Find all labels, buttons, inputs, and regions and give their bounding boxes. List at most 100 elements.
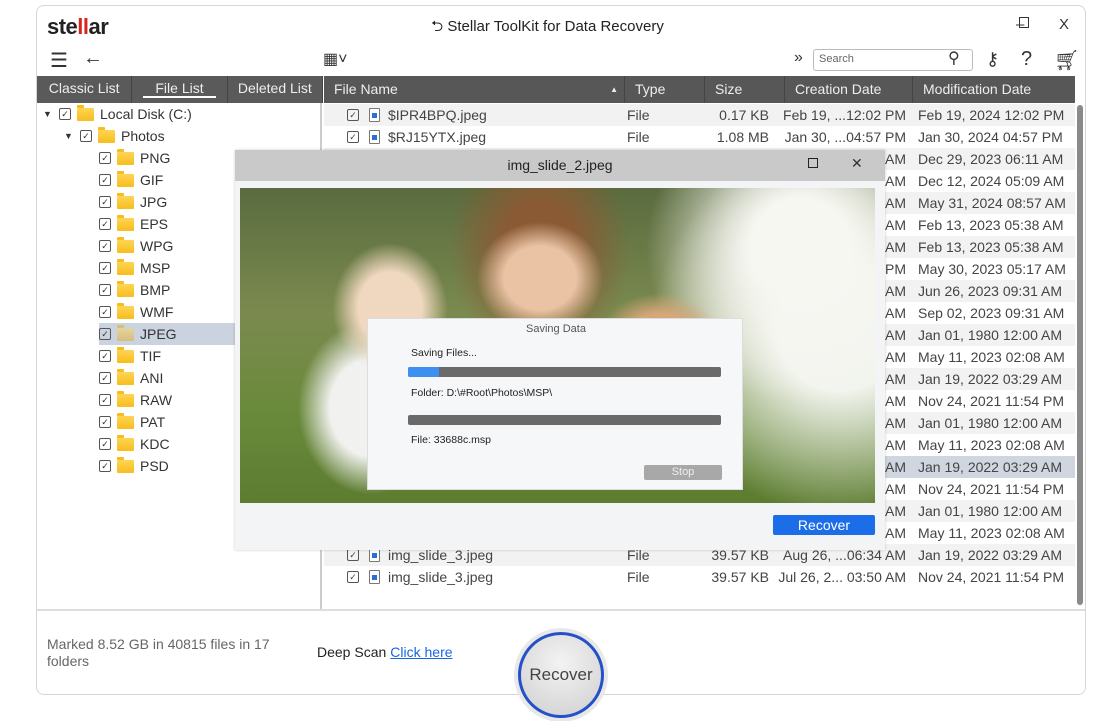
column-creation-date[interactable]: Creation Date (785, 76, 913, 103)
creation-date: AM (885, 239, 906, 255)
modification-date: Jan 19, 2022 03:29 AM (918, 459, 1062, 475)
checkbox[interactable]: ✓ (99, 152, 111, 164)
tree-item-label: PSD (140, 458, 169, 474)
table-row[interactable]: ✓ $IPR4BPQ.jpeg File 0.17 KB Feb 19, ...12:0… (324, 104, 1075, 126)
stop-button[interactable]: Stop (644, 465, 722, 480)
tree-item[interactable]: ▼ ✓ Local Disk (C:) (43, 103, 192, 125)
tree-item[interactable]: ✓ EPS (99, 213, 168, 235)
tree-item[interactable]: ▼ ✓ Photos (64, 125, 165, 147)
preview-close-button[interactable]: ✕ (851, 155, 863, 172)
checkbox[interactable]: ✓ (99, 350, 111, 362)
scrollbar[interactable] (1076, 103, 1084, 609)
modification-date: Jan 01, 1980 12:00 AM (918, 415, 1062, 431)
file-name: $IPR4BPQ.jpeg (388, 107, 487, 123)
checkbox[interactable]: ✓ (99, 262, 111, 274)
tree-item[interactable]: ✓ MSP (99, 257, 170, 279)
menu-icon[interactable]: ☰ (50, 48, 68, 73)
modification-date: Dec 29, 2023 06:11 AM (918, 151, 1064, 167)
modification-date: Jan 01, 1980 12:00 AM (918, 327, 1062, 343)
checkbox[interactable]: ✓ (99, 372, 111, 384)
checkbox[interactable]: ✓ (80, 130, 92, 142)
checkbox[interactable]: ✓ (99, 240, 111, 252)
creation-date: AM (885, 459, 906, 475)
tree-item[interactable]: ✓ JPG (99, 191, 167, 213)
creation-date: Feb 19, ...12:02 PM (783, 107, 906, 123)
checkbox[interactable]: ✓ (99, 328, 111, 340)
tab-deleted-list[interactable]: Deleted List (228, 76, 323, 103)
expand-arrow-icon[interactable]: ▼ (64, 125, 74, 147)
dialog-title: Saving Data (526, 323, 586, 335)
tree-item[interactable]: ✓ TIF (99, 345, 161, 367)
tree-item-label: TIF (140, 348, 161, 364)
creation-date: AM (885, 437, 906, 453)
tree-item[interactable]: ✓ WMF (99, 301, 173, 323)
tab-classic-list[interactable]: Classic List (37, 76, 133, 103)
tree-item-label: Photos (121, 128, 165, 144)
back-arrow-icon[interactable]: ← (83, 47, 103, 70)
checkbox[interactable]: ✓ (347, 109, 359, 121)
checkbox[interactable]: ✓ (99, 174, 111, 186)
tree-item[interactable]: ✓ RAW (99, 389, 172, 411)
modification-date: May 11, 2023 02:08 AM (918, 349, 1065, 365)
window-title: ⮌ Stellar ToolKit for Data Recovery (431, 18, 664, 35)
saving-status: Saving Files... (411, 347, 477, 359)
creation-date: Jan 30, ...04:57 PM (784, 129, 906, 145)
table-row[interactable]: ✓ img_slide_3.jpeg File 39.57 KB Jul 26, 2..… (324, 566, 1075, 588)
undo-icon: ⮌ (431, 18, 448, 35)
help-icon[interactable]: ? (1021, 48, 1032, 71)
tree-item[interactable]: ✓ GIF (99, 169, 163, 191)
recover-button[interactable]: Recover (518, 632, 604, 718)
folder-icon (98, 126, 115, 143)
creation-date: AM (885, 371, 906, 387)
tree-item[interactable]: ✓ ANI (99, 367, 163, 389)
folder-icon (117, 192, 134, 209)
tree-item[interactable]: ✓ PSD (99, 455, 169, 477)
modification-date: Jan 19, 2022 03:29 AM (918, 547, 1062, 563)
expand-icon[interactable]: » (794, 49, 803, 67)
preview-recover-button[interactable]: Recover (773, 515, 875, 535)
checkbox[interactable]: ✓ (59, 108, 71, 120)
modification-date: Nov 24, 2021 11:54 PM (918, 393, 1065, 409)
expand-arrow-icon[interactable]: ▼ (43, 103, 53, 125)
folder-icon (77, 104, 94, 121)
column-type[interactable]: Type (625, 76, 705, 103)
tree-item[interactable]: ✓ KDC (99, 433, 170, 455)
column-modification-date[interactable]: Modification Date (913, 76, 1075, 103)
view-grid-icon[interactable]: ▦˅ (323, 49, 347, 69)
checkbox[interactable]: ✓ (99, 438, 111, 450)
preview-maximize-button[interactable] (808, 158, 818, 168)
tree-item[interactable]: ✓ PNG (99, 147, 170, 169)
file-type: File (627, 129, 650, 145)
folder-icon (117, 170, 134, 187)
cart-icon[interactable]: 🛒︎ (1054, 48, 1079, 73)
checkbox[interactable]: ✓ (347, 549, 359, 561)
deep-scan-link[interactable]: Click here (390, 644, 452, 660)
checkbox[interactable]: ✓ (99, 394, 111, 406)
divider (37, 609, 1085, 611)
checkbox[interactable]: ✓ (99, 196, 111, 208)
file-type: File (627, 107, 650, 123)
checkbox[interactable]: ✓ (347, 571, 359, 583)
tree-item[interactable]: ✓ WPG (99, 235, 173, 257)
tree-item[interactable]: ✓ PAT (99, 411, 165, 433)
close-button[interactable]: X (1059, 16, 1069, 33)
table-row[interactable]: ✓ $RJ15YTX.jpeg File 1.08 MB Jan 30, ...04:5… (324, 126, 1075, 148)
checkbox[interactable]: ✓ (99, 306, 111, 318)
checkbox[interactable]: ✓ (99, 284, 111, 296)
tree-item-label: KDC (140, 436, 170, 452)
column-size[interactable]: Size (705, 76, 785, 103)
key-icon[interactable]: ⚷ (986, 49, 999, 70)
tab-file-list[interactable]: File List (132, 76, 228, 103)
checkbox[interactable]: ✓ (99, 460, 111, 472)
checkbox[interactable]: ✓ (347, 131, 359, 143)
search-icon[interactable]: ⚲ (948, 48, 960, 68)
maximize-icon[interactable] (1019, 17, 1029, 28)
column-file-name[interactable]: File Name ▲ (324, 76, 625, 103)
folder-icon (117, 302, 134, 319)
tree-item[interactable]: ✓ BMP (99, 279, 170, 301)
checkbox[interactable]: ✓ (99, 218, 111, 230)
checkbox[interactable]: ✓ (99, 416, 111, 428)
folder-icon (117, 368, 134, 385)
modification-date: Jan 19, 2022 03:29 AM (918, 371, 1062, 387)
tree-item-label: WMF (140, 304, 174, 320)
